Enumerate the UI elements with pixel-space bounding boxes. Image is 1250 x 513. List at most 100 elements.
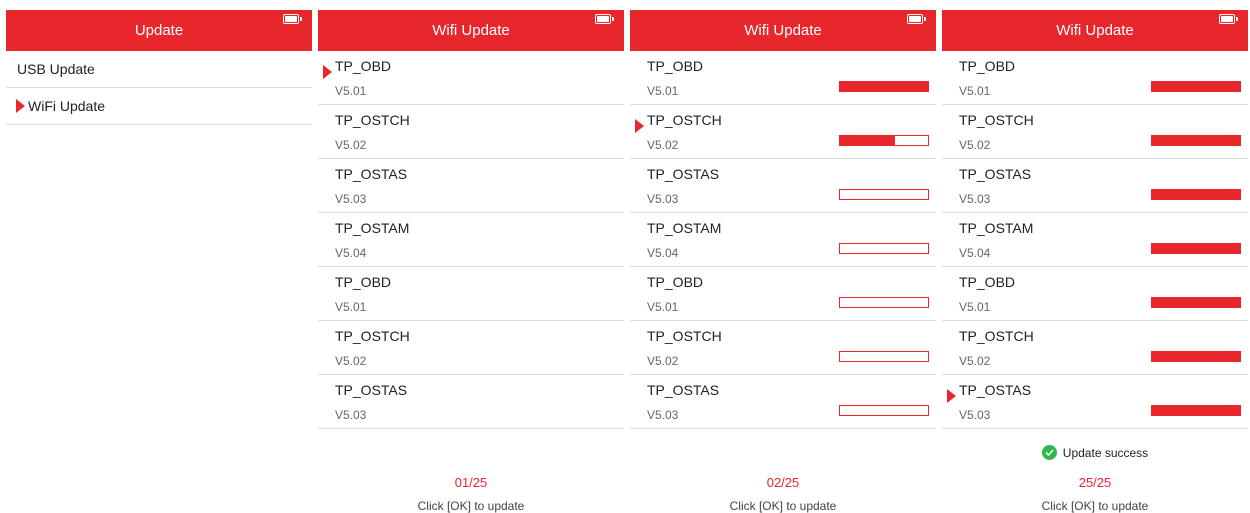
firmware-name: TP_OBD: [959, 58, 1016, 74]
screen-title: Wifi Update: [1056, 22, 1134, 39]
firmware-row[interactable]: TP_OSTCH V5.02: [630, 321, 936, 375]
progress-bar: [1151, 405, 1241, 416]
ok-hint: Click [OK] to update: [729, 499, 837, 513]
firmware-row[interactable]: TP_OBD V5.01: [630, 267, 936, 321]
firmware-row[interactable]: TP_OSTAS V5.03: [942, 159, 1248, 213]
ok-hint: Click [OK] to update: [417, 499, 525, 513]
firmware-list: TP_OBD V5.01 TP_OSTCH V5.02 TP_OSTAS V5.03 TP_…: [942, 51, 1248, 429]
firmware-name: TP_OSTCH: [335, 328, 410, 344]
page-indicator: 02/25: [766, 475, 800, 490]
progress-bar: [839, 135, 929, 146]
firmware-version: V5.03: [647, 408, 679, 422]
screen-header: Update: [6, 10, 312, 51]
firmware-name: TP_OSTAM: [647, 220, 722, 236]
firmware-version: V5.02: [335, 138, 367, 152]
firmware-name: TP_OSTCH: [647, 328, 722, 344]
menu-item-label: USB Update: [17, 61, 95, 77]
firmware-name: TP_OSTAS: [959, 382, 1032, 398]
firmware-version: V5.03: [335, 408, 367, 422]
firmware-name: TP_OBD: [959, 274, 1016, 290]
firmware-row[interactable]: TP_OSTAS V5.03: [318, 159, 624, 213]
screen-header: Wifi Update: [318, 10, 624, 51]
screen-title: Wifi Update: [432, 22, 510, 39]
menu-item-usb-update[interactable]: USB Update: [6, 51, 312, 88]
firmware-version: V5.04: [335, 246, 367, 260]
firmware-row[interactable]: TP_OSTCH V5.02: [318, 105, 624, 159]
progress-bar: [839, 351, 929, 362]
firmware-row[interactable]: TP_OSTAS V5.03: [318, 375, 624, 429]
firmware-list: TP_OBD V5.01 TP_OSTCH V5.02 TP_OSTAS V5.03 TP_…: [318, 51, 624, 429]
firmware-name: TP_OSTAS: [959, 166, 1032, 182]
progress-bar: [839, 405, 929, 416]
firmware-name: TP_OSTAM: [959, 220, 1034, 236]
progress-fill: [1152, 190, 1240, 199]
firmware-name: TP_OSTAM: [335, 220, 410, 236]
firmware-name: TP_OSTCH: [959, 112, 1034, 128]
battery-icon: [907, 14, 926, 24]
check-circle-icon: [1041, 445, 1057, 460]
firmware-name: TP_OSTAS: [647, 382, 720, 398]
firmware-row[interactable]: TP_OSTCH V5.02: [942, 105, 1248, 159]
firmware-name: TP_OSTAS: [335, 382, 408, 398]
menu-item-wifi-update[interactable]: WiFi Update: [6, 88, 312, 125]
progress-fill: [1152, 406, 1240, 415]
menu-item-label: WiFi Update: [28, 98, 106, 114]
progress-bar: [1151, 189, 1241, 200]
firmware-name: TP_OSTAS: [335, 166, 408, 182]
firmware-name: TP_OBD: [335, 274, 392, 290]
firmware-row[interactable]: TP_OSTAS V5.03: [942, 375, 1248, 429]
firmware-name: TP_OSTCH: [959, 328, 1034, 344]
wifi-update-screen-3: Wifi Update TP_OBD V5.01 TP_OSTCH V5.02 TP_O…: [942, 10, 1248, 513]
update-menu-screen: Update USB Update WiFi Update: [6, 10, 312, 513]
progress-bar: [1151, 351, 1241, 362]
firmware-row[interactable]: TP_OSTCH V5.02: [630, 105, 936, 159]
firmware-version: V5.04: [647, 246, 679, 260]
firmware-row[interactable]: TP_OSTAM V5.04: [630, 213, 936, 267]
firmware-row[interactable]: TP_OSTAS V5.03: [630, 159, 936, 213]
progress-fill: [1152, 244, 1240, 253]
firmware-version: V5.03: [647, 192, 679, 206]
firmware-row[interactable]: TP_OSTCH V5.02: [942, 321, 1248, 375]
progress-bar: [839, 189, 929, 200]
firmware-version: V5.03: [335, 192, 367, 206]
firmware-name: TP_OSTAS: [647, 166, 720, 182]
screen-title: Update: [134, 22, 184, 39]
progress-fill: [1152, 136, 1240, 145]
selection-arrow-icon: [323, 65, 332, 79]
firmware-row[interactable]: TP_OSTAS V5.03: [630, 375, 936, 429]
firmware-version: V5.03: [959, 192, 991, 206]
firmware-name: TP_OBD: [647, 274, 704, 290]
firmware-name: TP_OBD: [335, 58, 392, 74]
firmware-row[interactable]: TP_OSTAM V5.04: [318, 213, 624, 267]
progress-fill: [1152, 298, 1240, 307]
firmware-row[interactable]: TP_OSTCH V5.02: [318, 321, 624, 375]
firmware-version: V5.02: [647, 138, 679, 152]
firmware-version: V5.03: [959, 408, 991, 422]
progress-bar: [1151, 297, 1241, 308]
firmware-row[interactable]: TP_OBD V5.01: [318, 267, 624, 321]
firmware-row[interactable]: TP_OBD V5.01: [942, 267, 1248, 321]
battery-icon: [1219, 14, 1238, 24]
firmware-row[interactable]: TP_OSTAM V5.04: [942, 213, 1248, 267]
progress-bar: [1151, 243, 1241, 254]
firmware-version: V5.02: [335, 354, 367, 368]
screen-title: Wifi Update: [744, 22, 822, 39]
firmware-version: V5.01: [335, 84, 367, 98]
firmware-row[interactable]: TP_OBD V5.01: [630, 51, 936, 105]
firmware-list: TP_OBD V5.01 TP_OSTCH V5.02 TP_OSTAS V5.03 TP_…: [630, 51, 936, 429]
ok-hint: Click [OK] to update: [1041, 499, 1149, 513]
progress-bar: [1151, 81, 1241, 92]
screen-header: Wifi Update: [630, 10, 936, 51]
firmware-version: V5.01: [335, 300, 367, 314]
progress-fill: [1152, 352, 1240, 361]
page-indicator: 01/25: [454, 475, 488, 490]
firmware-version: V5.04: [959, 246, 991, 260]
firmware-row[interactable]: TP_OBD V5.01: [318, 51, 624, 105]
firmware-name: TP_OSTCH: [647, 112, 722, 128]
firmware-row[interactable]: TP_OBD V5.01: [942, 51, 1248, 105]
selection-arrow-icon: [16, 99, 25, 113]
wifi-update-screen-1: Wifi Update TP_OBD V5.01 TP_OSTCH V5.02 TP_O…: [318, 10, 624, 513]
progress-bar: [839, 81, 929, 92]
status-text: Update success: [1062, 445, 1149, 460]
wifi-update-screen-2: Wifi Update TP_OBD V5.01 TP_OSTCH V5.02 TP_O…: [630, 10, 936, 513]
